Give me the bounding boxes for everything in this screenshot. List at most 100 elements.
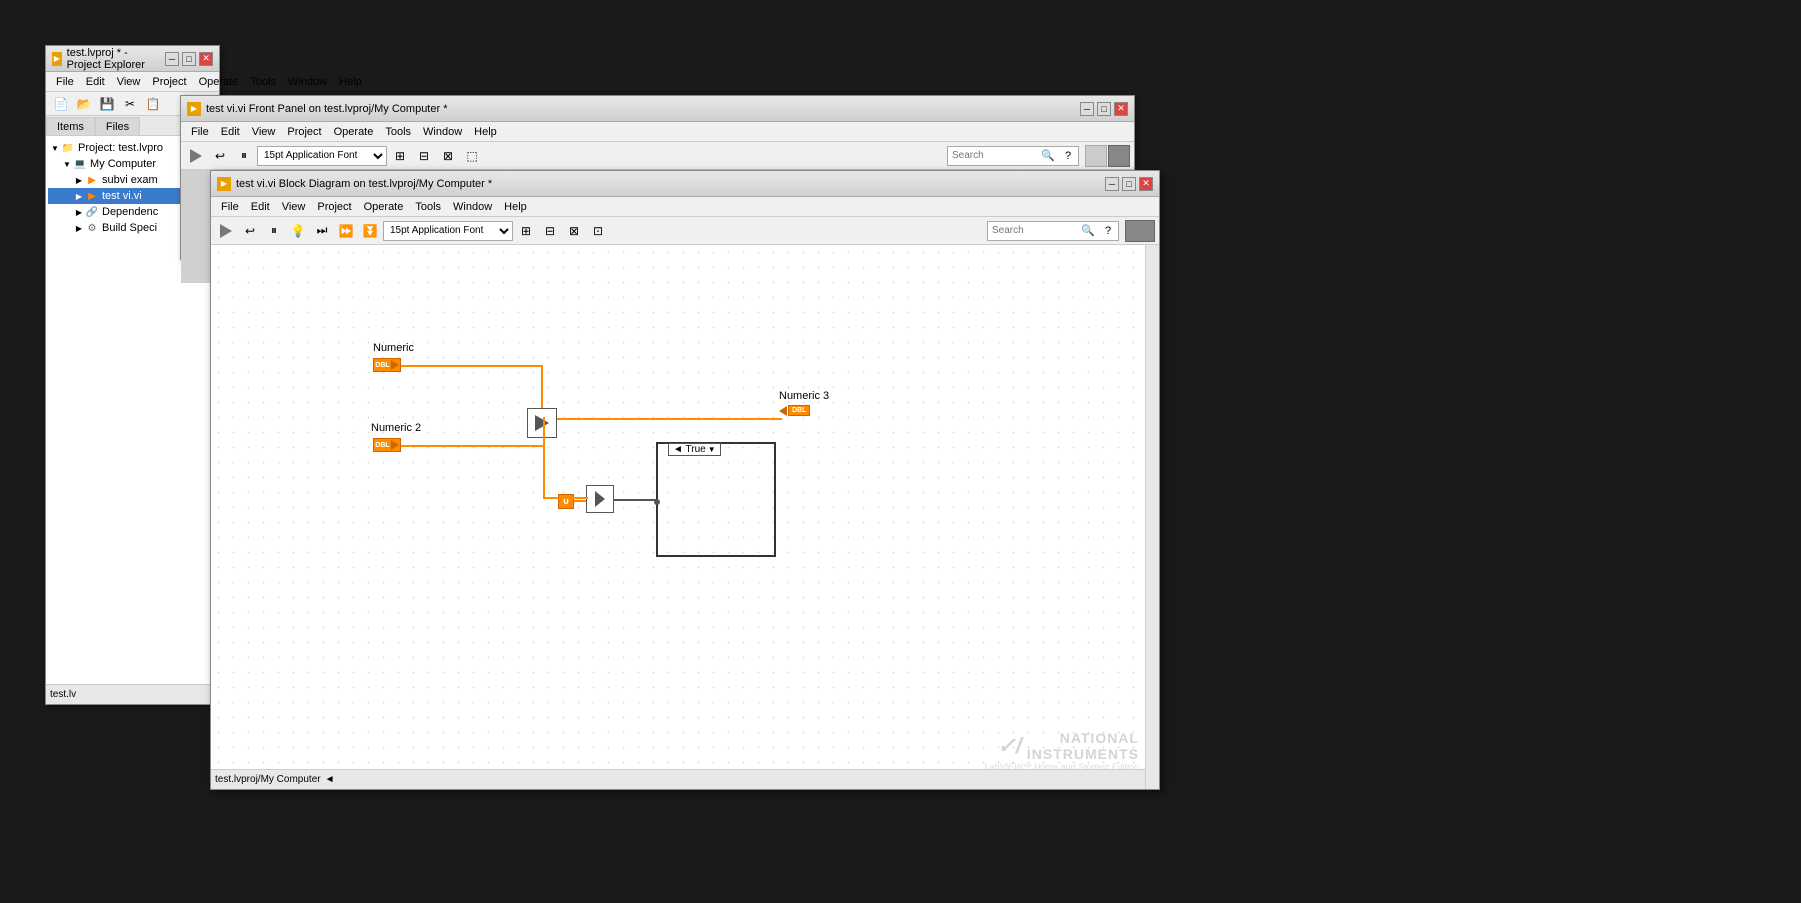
bd-toolbar-step3[interactable]: ⏬ <box>359 220 381 242</box>
fp-menu-view[interactable]: View <box>246 125 282 139</box>
bd-maximize[interactable]: □ <box>1122 177 1136 191</box>
toolbar-new[interactable]: 📄 <box>50 93 72 115</box>
menu-view[interactable]: View <box>111 75 147 89</box>
wire-condition-case-h <box>614 499 656 501</box>
bd-menu-edit[interactable]: Edit <box>245 200 276 214</box>
fp-search-input[interactable] <box>948 147 1038 165</box>
menu-edit[interactable]: Edit <box>80 75 111 89</box>
bd-status-text: test.lvproj/My Computer <box>215 774 321 785</box>
fp-menu-help[interactable]: Help <box>468 125 503 139</box>
bd-toolbar-pause[interactable]: ⏸ <box>263 220 285 242</box>
fp-toolbar-resize[interactable]: ⊠ <box>437 145 459 167</box>
menu-project[interactable]: Project <box>146 75 192 89</box>
toolbar-open[interactable]: 📂 <box>73 93 95 115</box>
numeric2-terminal[interactable]: DBL <box>373 438 401 452</box>
tab-items[interactable]: Items <box>46 117 95 135</box>
ni-national: NATIONAL <box>1027 730 1139 746</box>
bd-toolbar-step[interactable]: ⏭ <box>311 220 333 242</box>
fp-toolbar-order[interactable]: ⬚ <box>461 145 483 167</box>
bd-menu-file[interactable]: File <box>215 200 245 214</box>
condition-node[interactable] <box>586 485 614 513</box>
fp-search-help[interactable]: ? <box>1058 147 1078 165</box>
bd-menu-project[interactable]: Project <box>311 200 357 214</box>
font-selector[interactable]: 15pt Application Font <box>257 146 387 166</box>
project-icon: ▶ <box>52 52 62 66</box>
fp-menu-file[interactable]: File <box>185 125 215 139</box>
case-selector[interactable]: ◄ True ▼ <box>668 443 721 456</box>
bd-toolbar-order[interactable]: ⊡ <box>587 220 609 242</box>
minimize-button[interactable]: ─ <box>165 52 179 66</box>
bd-toolbar-align[interactable]: ⊞ <box>515 220 537 242</box>
bd-context-panel-icon[interactable] <box>1125 220 1155 242</box>
fp-menu-operate[interactable]: Operate <box>328 125 380 139</box>
fp-toolbar-back[interactable]: ↩ <box>209 145 231 167</box>
fp-toolbar-pause[interactable]: ⏸ <box>233 145 255 167</box>
expand-arrow: ▶ <box>74 191 84 201</box>
case-dropdown-arrow[interactable]: ▼ <box>708 445 716 454</box>
fp-menu-project[interactable]: Project <box>281 125 327 139</box>
bd-run-button[interactable] <box>215 220 237 242</box>
case-structure[interactable]: ◄ True ▼ <box>656 442 776 557</box>
bd-title-left: ▶ test vi.vi Block Diagram on test.lvpro… <box>217 177 492 191</box>
bd-menu-operate[interactable]: Operate <box>358 200 410 214</box>
toolbar-cut[interactable]: ✂ <box>119 93 141 115</box>
fp-minimize[interactable]: ─ <box>1080 102 1094 116</box>
bd-toolbar-resize[interactable]: ⊠ <box>563 220 585 242</box>
fp-toolbar-align[interactable]: ⊞ <box>389 145 411 167</box>
fp-toolbar: ↩ ⏸ 15pt Application Font ⊞ ⊟ ⊠ ⬚ 🔍 ? <box>181 142 1134 170</box>
fp-search-button[interactable]: 🔍 <box>1038 147 1058 165</box>
maximize-button[interactable]: □ <box>182 52 196 66</box>
bd-toolbar-step2[interactable]: ⏩ <box>335 220 357 242</box>
numeric3-terminal[interactable]: DBL <box>779 405 810 416</box>
bd-toolbar: ↩ ⏸ 💡 ⏭ ⏩ ⏬ 15pt Application Font ⊞ ⊟ ⊠ … <box>211 217 1159 245</box>
expand-arrow: ▶ <box>74 223 84 233</box>
numeric1-terminal[interactable]: DBL <box>373 358 401 372</box>
bd-minimize[interactable]: ─ <box>1105 177 1119 191</box>
menu-file[interactable]: File <box>50 75 80 89</box>
menu-tools[interactable]: Tools <box>244 75 282 89</box>
menu-help[interactable]: Help <box>333 75 368 89</box>
vi-icon: ▶ <box>85 189 99 203</box>
bd-search-input[interactable] <box>988 222 1078 240</box>
add-node[interactable] <box>527 408 557 438</box>
title-left: ▶ test.lvproj * - Project Explorer <box>52 47 165 71</box>
fp-toolbar-dist[interactable]: ⊟ <box>413 145 435 167</box>
fp-panel-icon-2[interactable] <box>1108 145 1130 167</box>
wire-add-down-v <box>543 417 545 497</box>
menu-operate[interactable]: Operate <box>193 75 245 89</box>
tree-item-label: Build Speci <box>102 222 157 234</box>
bd-menu-view[interactable]: View <box>276 200 312 214</box>
ni-instruments: INSTRUMENTS <box>1027 746 1139 762</box>
fp-menu-window[interactable]: Window <box>417 125 468 139</box>
bd-close[interactable]: ✕ <box>1139 177 1153 191</box>
bd-scrollbar-vertical[interactable] <box>1145 245 1159 787</box>
fp-title: test vi.vi Front Panel on test.lvproj/My… <box>206 103 447 115</box>
close-button[interactable]: ✕ <box>199 52 213 66</box>
bd-menu-window[interactable]: Window <box>447 200 498 214</box>
fp-window-controls: ─ □ ✕ <box>1080 102 1128 116</box>
build-icon: ⚙ <box>85 221 99 235</box>
run-button[interactable] <box>185 145 207 167</box>
bd-toolbar-back[interactable]: ↩ <box>239 220 261 242</box>
bd-scrollbar-corner <box>1145 769 1159 789</box>
tab-files[interactable]: Files <box>95 117 140 135</box>
bd-search-button[interactable]: 🔍 <box>1078 222 1098 240</box>
fp-menu-edit[interactable]: Edit <box>215 125 246 139</box>
fp-maximize[interactable]: □ <box>1097 102 1111 116</box>
bd-search-box: 🔍 ? <box>987 221 1119 241</box>
toolbar-save[interactable]: 💾 <box>96 93 118 115</box>
bd-menu-tools[interactable]: Tools <box>409 200 447 214</box>
status-text: test.lv <box>50 689 76 700</box>
fp-panel-icon-1[interactable] <box>1085 145 1107 167</box>
bd-canvas[interactable]: Numeric DBL Numeric 2 DBL Numeric 3 <box>211 245 1159 787</box>
menu-window[interactable]: Window <box>282 75 333 89</box>
bd-menu-help[interactable]: Help <box>498 200 533 214</box>
bd-search-help[interactable]: ? <box>1098 222 1118 240</box>
wire-add-case-h <box>614 418 656 420</box>
bd-toolbar-dist[interactable]: ⊟ <box>539 220 561 242</box>
fp-menu-tools[interactable]: Tools <box>379 125 417 139</box>
bd-font-selector[interactable]: 15pt Application Font <box>383 221 513 241</box>
fp-close[interactable]: ✕ <box>1114 102 1128 116</box>
bd-toolbar-bulb[interactable]: 💡 <box>287 220 309 242</box>
toolbar-copy[interactable]: 📋 <box>142 93 164 115</box>
